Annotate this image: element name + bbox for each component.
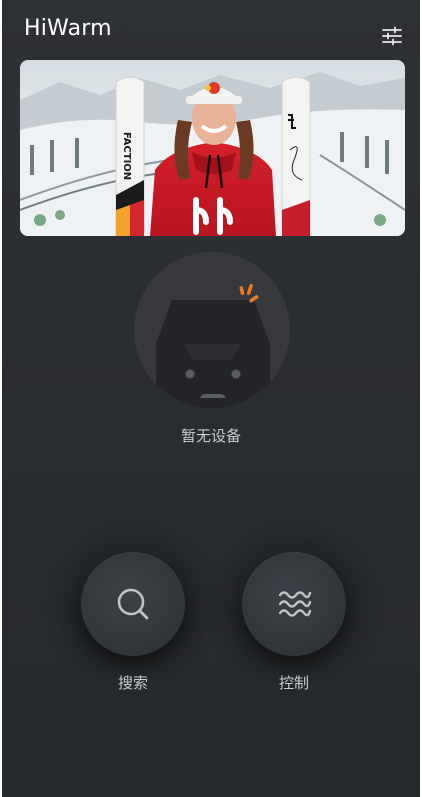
- left-ski: FACTION: [115, 76, 145, 236]
- ski-brand-text: FACTION: [121, 132, 132, 180]
- heat-waves-icon: [278, 591, 312, 617]
- right-ski: [281, 76, 311, 236]
- sliders-icon: [382, 26, 402, 46]
- heater-device-icon: [134, 252, 290, 408]
- no-device-text: 暂无设备: [180, 427, 241, 445]
- search-icon: [117, 588, 149, 620]
- app-screen: HiWarm FACTION 暂无设备 搜索 控制: [2, 0, 420, 797]
- no-device-illustration: [132, 250, 292, 410]
- banner-image[interactable]: FACTION: [20, 60, 405, 236]
- control-label: 控制: [278, 674, 309, 692]
- settings-button[interactable]: [380, 24, 404, 48]
- control-button[interactable]: [242, 552, 346, 656]
- search-label: 搜索: [117, 674, 148, 692]
- skier-photo: FACTION: [20, 60, 405, 236]
- search-button[interactable]: [81, 552, 185, 656]
- app-title: HiWarm: [24, 16, 112, 41]
